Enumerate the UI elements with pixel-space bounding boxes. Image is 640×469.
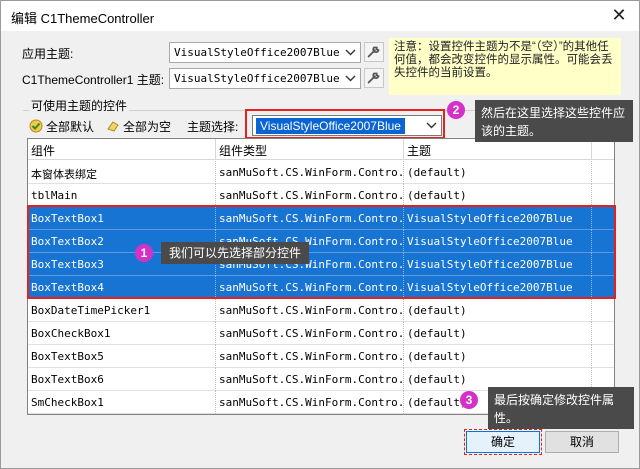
group-title: 可使用主题的控件 <box>29 97 130 114</box>
controller-theme-combo[interactable]: VisualStyleOffice2007Blue <box>169 68 361 89</box>
cell-component: tblMain <box>28 184 216 207</box>
cell-type: sanMuSoft.CS.WinForm.Contro... <box>216 368 404 391</box>
controller-theme-label: C1ThemeController1 主题: <box>22 73 165 87</box>
ok-button-highlight <box>464 429 542 455</box>
selected-rows-highlight <box>27 205 616 299</box>
cancel-button[interactable]: 取消 <box>545 431 619 453</box>
all-empty-button[interactable]: 全部为空 <box>106 116 171 136</box>
close-icon[interactable]: ✕ <box>609 5 629 25</box>
cell-type: sanMuSoft.CS.WinForm.Contro... <box>216 322 404 345</box>
theme-select-label: 主题选择: <box>187 120 239 134</box>
wrench-icon <box>367 46 380 58</box>
cell-type: sanMuSoft.CS.WinForm.Contro... <box>216 345 404 368</box>
title-bar: 编辑 C1ThemeController ✕ <box>1 1 639 31</box>
cell-component: BoxCheckBox1 <box>28 322 216 345</box>
step-3-badge: 3 <box>460 391 478 409</box>
cell-component: BoxTextBox5 <box>28 345 216 368</box>
cell-theme: (default) <box>404 345 592 368</box>
table-row[interactable]: BoxCheckBox1 sanMuSoft.CS.WinForm.Contro.… <box>28 322 614 345</box>
cell-component: BoxTextBox6 <box>28 368 216 391</box>
app-theme-combo[interactable]: VisualStyleOffice2007Blue <box>169 42 361 63</box>
table-row[interactable]: tblMain sanMuSoft.CS.WinForm.Contro... (de… <box>28 184 614 207</box>
cell-type: sanMuSoft.CS.WinForm.Contro... <box>216 391 404 414</box>
cell-component: BoxDateTimePicker1 <box>28 299 216 322</box>
cell-type: sanMuSoft.CS.WinForm.Contro... <box>216 184 404 207</box>
cell-theme: (default) <box>404 322 592 345</box>
chevron-down-icon <box>345 49 356 56</box>
step-3-callout: 最后按确定修改控件属性。 <box>488 387 634 429</box>
window-title: 编辑 C1ThemeController <box>11 11 155 26</box>
chevron-down-icon <box>345 75 356 82</box>
theme-controller-dialog: 编辑 C1ThemeController ✕ 应用主题: VisualStyle… <box>0 0 640 469</box>
app-theme-label: 应用主题: <box>22 47 74 61</box>
theme-warning-note: 注意：设置控件主题为不是“（空）”的其他任何值，都会改变控件的显示属性。可能会丢… <box>389 38 621 95</box>
step-2-badge: 2 <box>447 101 465 119</box>
cell-theme: (default) <box>404 184 592 207</box>
controller-theme-wrench-button[interactable] <box>364 68 384 88</box>
cell-theme: (default) <box>404 299 592 322</box>
controller-theme-value: VisualStyleOffice2007Blue <box>174 72 340 85</box>
step-1-callout: 我们可以先选择部分控件 <box>161 242 310 264</box>
grid-header: 组件 组件类型 主题 <box>28 139 614 160</box>
check-icon <box>29 119 43 133</box>
wrench-icon <box>367 72 380 84</box>
all-default-label: 全部默认 <box>46 119 95 134</box>
theme-select-highlight <box>245 109 445 139</box>
app-theme-wrench-button[interactable] <box>364 42 384 62</box>
column-header-theme[interactable]: 主题 <box>404 139 592 160</box>
column-header-component[interactable]: 组件 <box>28 139 216 160</box>
all-empty-label: 全部为空 <box>123 119 172 134</box>
table-row[interactable]: 本窗体表绑定 sanMuSoft.CS.WinForm.Contro... (def… <box>28 161 614 184</box>
cell-theme: (default) <box>404 161 592 184</box>
app-theme-value: VisualStyleOffice2007Blue <box>174 46 340 59</box>
cell-component: SmCheckBox1 <box>28 391 216 414</box>
eraser-icon <box>107 121 119 132</box>
cell-type: sanMuSoft.CS.WinForm.Contro... <box>216 161 404 184</box>
cell-type: sanMuSoft.CS.WinForm.Contro... <box>216 299 404 322</box>
all-default-button[interactable]: 全部默认 <box>29 116 94 136</box>
step-1-badge: 1 <box>135 244 153 262</box>
table-row[interactable]: BoxTextBox5 sanMuSoft.CS.WinForm.Contro..… <box>28 345 614 368</box>
table-row[interactable]: BoxDateTimePicker1 sanMuSoft.CS.WinForm.C… <box>28 299 614 322</box>
step-2-callout: 然后在这里选择这些控件应该的主题。 <box>475 100 633 142</box>
column-header-type[interactable]: 组件类型 <box>216 139 404 160</box>
cell-component: 本窗体表绑定 <box>28 161 216 184</box>
